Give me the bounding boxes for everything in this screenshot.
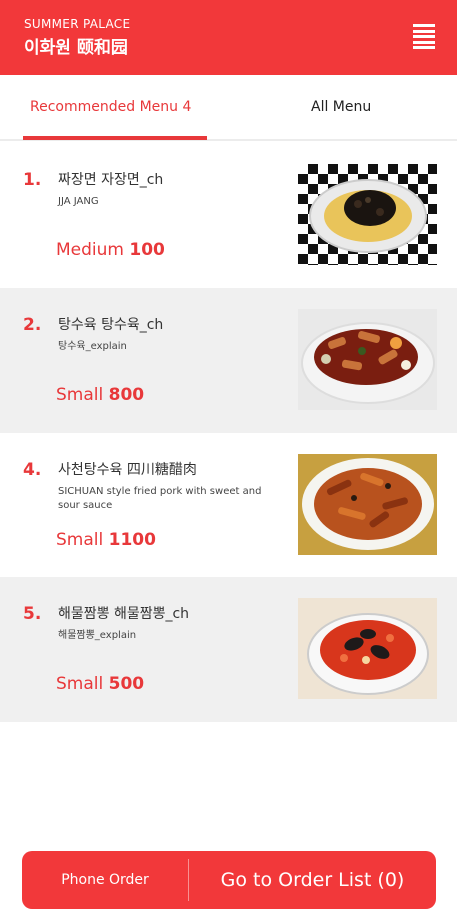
menu-tabs: Recommended Menu 4 All Menu (0, 75, 457, 141)
item-price: Medium 100 (56, 240, 165, 260)
item-price: Small 1100 (56, 530, 156, 550)
brand-name-ko: 이화원 颐和园 (24, 38, 128, 58)
order-bar: Phone Order Go to Order List (0) (22, 851, 436, 909)
item-price-value: 100 (129, 240, 165, 260)
item-number: 4. (23, 460, 42, 480)
food-photo-haemul-jjamppong[interactable] (298, 598, 437, 699)
item-description: SICHUAN style fried pork with sweet and … (58, 486, 262, 511)
tab-all-menu[interactable]: All Menu (311, 99, 371, 115)
tab-recommended-menu[interactable]: Recommended Menu 4 (30, 99, 191, 115)
item-number: 2. (23, 315, 42, 335)
item-price: Small 500 (56, 674, 144, 694)
food-photo-sichuan-tangsuyuk[interactable] (298, 454, 437, 555)
item-size: Small (56, 530, 104, 550)
item-price-value: 500 (108, 674, 145, 694)
menu-item[interactable]: 1. 짜장면 자장면_ch JJA JANG Medium 100 (0, 143, 457, 288)
item-name: 해물짬뽕 해물짬뽕_ch (58, 606, 190, 622)
brand-name-en: SUMMER PALACE (24, 17, 131, 31)
active-tab-indicator (23, 136, 207, 140)
item-size: Small (56, 674, 104, 694)
food-photo-jjajangmyeon[interactable] (298, 164, 437, 265)
item-price-value: 1100 (108, 530, 156, 550)
item-name: 사천탕수육 四川糖醋肉 (58, 462, 197, 478)
item-number: 1. (23, 170, 42, 190)
item-description: JJA JANG (58, 196, 99, 207)
go-to-order-list-button[interactable]: Go to Order List (0) (189, 851, 436, 909)
item-price-value: 800 (108, 385, 145, 405)
item-description: 해물짬뽕_explain (58, 630, 137, 641)
item-price: Small 800 (56, 385, 144, 405)
hamburger-menu-icon[interactable] (413, 24, 435, 49)
phone-order-button[interactable]: Phone Order (22, 851, 188, 909)
item-number: 5. (23, 604, 42, 624)
food-photo-tangsuyuk[interactable] (298, 309, 437, 410)
menu-item[interactable]: 2. 탕수육 탕수육_ch 탕수육_explain Small 800 (0, 288, 457, 433)
item-description: 탕수육_explain (58, 341, 127, 352)
menu-item[interactable]: 4. 사천탕수육 四川糖醋肉 SICHUAN style fried pork … (0, 433, 457, 578)
item-name: 짜장면 자장면_ch (58, 172, 164, 188)
menu-item[interactable]: 5. 해물짬뽕 해물짬뽕_ch 해물짬뽕_explain Small 500 (0, 577, 457, 722)
app-header: SUMMER PALACE 이화원 颐和园 (0, 0, 457, 75)
item-size: Small (56, 385, 104, 405)
item-size: Medium (56, 240, 124, 260)
item-name: 탕수육 탕수육_ch (58, 317, 164, 333)
